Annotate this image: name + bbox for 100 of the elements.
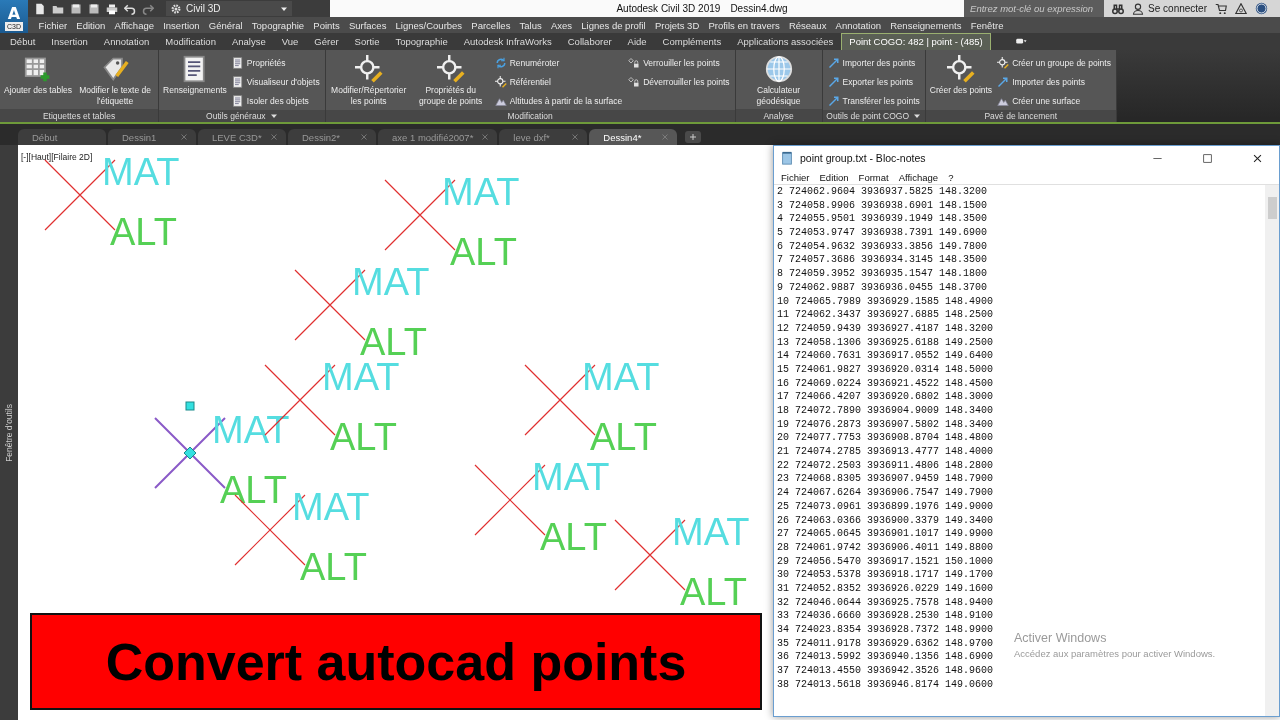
ribbon-tab[interactable]: Topographie [387,33,456,50]
ribbon-button[interactable]: Calculateur géodésique [738,53,819,109]
text-line: 15 724061.9827 3936920.0314 148.5000 [777,362,994,377]
tag-icon [101,55,130,83]
crosshair-icon [494,76,507,88]
menu-item[interactable]: Edition [814,171,854,183]
ribbon-button[interactable]: Modifier/Répertorier les points [328,53,409,110]
ribbon-button[interactable]: Exporter les points [825,73,922,91]
activation-title: Activer Windows [1014,631,1107,645]
ribbon-button[interactable]: Transférer les points [825,92,922,110]
menu-item[interactable]: Projets 3D [650,19,704,31]
menu-item[interactable]: Affichage [109,19,159,31]
ribbon-tab[interactable]: Aide [619,33,655,50]
ribbon-button[interactable]: Créer des points [928,53,994,110]
ribbon-button[interactable]: Référentiel [492,73,625,91]
ribbon-button[interactable]: Créer une surface [995,92,1113,110]
file-icon [34,2,46,15]
ribbon-button[interactable]: Importer des points [825,54,922,72]
text-line: 27 724065.0645 3936901.1017 149.9900 [777,527,994,541]
ribbon-button[interactable]: Créer un groupe de points [995,54,1113,72]
toolbar-button[interactable] [70,2,82,15]
ribbon-button[interactable]: Importer des points [995,73,1113,91]
document-tab[interactable]: axe 1 modifié2007* [378,129,498,145]
menu-item[interactable]: Surfaces [344,19,391,31]
ribbon-button[interactable]: Déverrouiller les points [626,73,732,91]
menu-item[interactable]: Profils en travers [703,19,785,31]
menu-item[interactable]: Renseignements [885,19,967,31]
document-tab[interactable]: leve dxf* [499,129,588,145]
document-tab[interactable]: Dessin1 [108,129,196,145]
menu-item[interactable]: Général [204,19,248,31]
menu-item[interactable]: Talus [515,19,547,31]
menu-item[interactable]: Affichage [893,171,944,183]
point-elevation-label: ALT [590,416,657,458]
ribbon-button[interactable]: Visualiseur d'objets [229,73,322,91]
text-line: 33 724036.6660 3936928.2530 148.9100 [777,609,994,623]
menu-item[interactable]: ? [943,171,959,183]
gear-icon [170,2,182,15]
sign-in-button[interactable]: Se connecter [1132,2,1207,15]
crosshair-icon [354,55,383,83]
point-name-label: MAT [582,356,660,398]
ribbon-tab[interactable]: Applications associées [729,33,842,50]
ribbon-button[interactable]: Propriétés du groupe de points [410,53,491,110]
menu-item[interactable]: Edition [71,19,110,31]
ribbon-button[interactable]: Renseignements [162,53,228,110]
toolbar-button[interactable] [106,2,118,15]
ribbon-tab[interactable]: Autodesk InfraWorks [455,33,560,50]
document-tab[interactable]: Début [18,129,106,145]
menu-item[interactable]: Fichier [34,19,72,31]
menu-item[interactable]: Topographie [247,19,309,31]
ribbon-tab[interactable]: Point COGO: 482 | point - (485) [841,33,991,50]
ribbon-button[interactable]: Isoler des objets [229,92,322,110]
viewport-label[interactable]: [-][Haut][Filaire 2D] [21,152,93,162]
ribbon-tab[interactable]: Collaborer [559,33,620,50]
document-tab[interactable]: Dessin2* [288,129,376,145]
ribbon-tab[interactable]: Gérer [306,33,347,50]
ribbon-button[interactable]: Modifier le texte de l'étiquette [75,53,156,109]
activation-message: Accédez aux paramètres pour activer Windows. [1014,648,1216,659]
ribbon-button[interactable]: Verrouiller les points [626,54,732,72]
menu-item[interactable]: Lignes de profil [576,19,651,31]
ribbon-tab[interactable]: Annotation [95,33,158,50]
ribbon-tab[interactable]: Insertion [43,33,96,50]
document-tab[interactable]: Dessin4* [589,129,678,145]
menu-item[interactable]: Insertion [158,19,205,31]
caret-icon [269,112,278,120]
crosshair-icon [997,57,1010,69]
toolbar-button[interactable] [88,2,100,15]
menu-item[interactable]: Lignes/Courbes [391,19,467,31]
new-tab-button[interactable] [685,131,702,143]
ribbon-button[interactable]: Renuméroter [492,54,625,72]
print-icon [106,2,118,15]
ribbon-button[interactable]: Altitudes à partir de la surface [492,92,625,110]
close-icon [661,133,670,141]
text-line: 4 724055.9501 3936939.1949 148.3500 [777,212,988,227]
ribbon-button[interactable]: Propriétés [229,54,322,72]
menu-item[interactable]: Parcelles [466,19,515,31]
document-icon [231,95,244,107]
menu-item[interactable]: Fenêtre [966,19,1009,31]
menu-item[interactable]: Fichier [776,171,815,183]
menu-item[interactable]: Format [853,171,894,183]
ribbon-tab[interactable]: Vue [273,33,307,50]
menu-item[interactable]: Annotation [831,19,886,31]
scrollbar[interactable] [1265,185,1279,716]
ribbon-tab[interactable]: Analyse [223,33,274,50]
panel-title: Pavé de lancement [984,111,1058,121]
ribbon-tab[interactable]: Compléments [654,33,730,50]
ribbon-button[interactable]: Ajouter des tables [3,53,74,109]
toolbar-button[interactable] [124,2,136,15]
ribbon-tab[interactable]: Sortie [346,33,388,50]
text-line: 2 724062.9604 3936937.5825 148.3200 [777,185,988,199]
ribbon-tab[interactable]: Modification [157,33,224,50]
search-field[interactable]: Entrez mot-clé ou expression [964,0,1105,17]
ribbon-tab[interactable]: Début [2,33,44,50]
workspace-dropdown[interactable]: Civil 3D [166,1,292,16]
menu-item[interactable]: Points [308,19,345,31]
menu-item[interactable]: Axes [546,19,577,31]
tool-palette-label[interactable]: Fenêtre d'outils [4,403,14,462]
text-line: 32 724046.0644 3936925.7578 148.9400 [777,595,994,610]
toolbar-button[interactable] [34,2,46,15]
menu-item[interactable]: Réseaux [784,19,831,31]
document-tab[interactable]: LEVE C3D* [198,129,286,145]
